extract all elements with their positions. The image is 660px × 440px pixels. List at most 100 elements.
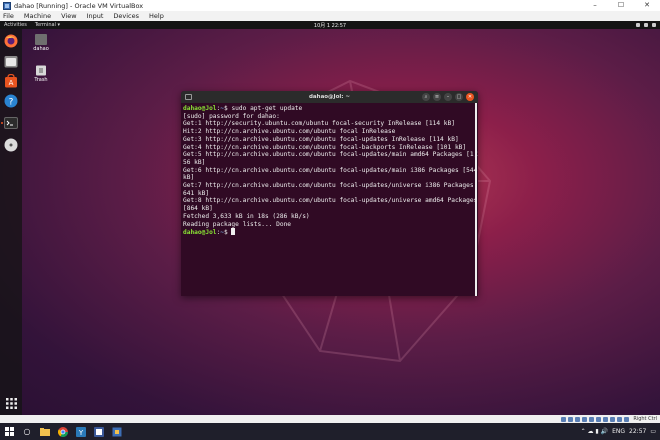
output-line: Fetched 3,633 kB in 18s (286 kB/s) xyxy=(183,212,310,220)
dock-firefox[interactable] xyxy=(3,33,19,49)
output-line: Get:6 http://cn.archive.ubuntu.com/ubunt… xyxy=(183,166,478,174)
tray-icons[interactable]: ⌃ ☁ ▮ 🔊 xyxy=(581,428,609,435)
dock-files[interactable] xyxy=(3,53,19,69)
dock-dvd[interactable] xyxy=(3,137,19,153)
display-status-icon[interactable] xyxy=(603,416,609,422)
software-store-icon: A xyxy=(5,74,17,88)
output-line: [864 kB] xyxy=(183,205,213,213)
network-icon xyxy=(636,23,640,27)
output-line: Get:4 http://cn.archive.ubuntu.com/ubunt… xyxy=(183,143,467,151)
close-button[interactable]: ✕ xyxy=(634,0,660,11)
start-button[interactable] xyxy=(0,423,18,440)
close-icon[interactable]: ✕ xyxy=(466,93,474,101)
terminal-scrollbar[interactable] xyxy=(475,103,477,296)
maximize-button[interactable]: ☐ xyxy=(608,0,634,11)
dock-help[interactable]: ? xyxy=(3,93,19,109)
text-cursor xyxy=(231,228,236,236)
desktop-icon-trash[interactable]: Trash xyxy=(27,65,55,83)
taskbar-virtualbox[interactable] xyxy=(108,423,126,440)
desktop-icon-label: dahao xyxy=(33,46,49,52)
output-line: Reading package lists... Done xyxy=(183,220,292,228)
output-line: kB] xyxy=(183,174,195,182)
system-tray: ⌃ ☁ ▮ 🔊 ENG 22:57 ▭ xyxy=(581,423,656,440)
output-line: Get:7 http://cn.archive.ubuntu.com/ubunt… xyxy=(183,182,478,190)
optical-disc-icon xyxy=(4,138,18,152)
menu-machine[interactable]: Machine xyxy=(24,12,51,20)
output-line: [sudo] password for dahao: xyxy=(183,112,280,120)
command-text: sudo apt-get update xyxy=(227,105,303,112)
dock-terminal[interactable] xyxy=(3,115,19,131)
menu-icon[interactable]: ≡ xyxy=(433,93,441,101)
chrome-icon xyxy=(58,426,68,437)
mouse-integration-icon[interactable] xyxy=(617,416,623,422)
files-icon xyxy=(4,55,18,67)
search-icon: ○ xyxy=(23,427,31,436)
window-title: dahao [Running] - Oracle VM VirtualBox xyxy=(14,1,144,10)
svg-text:Y: Y xyxy=(78,429,84,437)
terminal-icon xyxy=(4,117,18,129)
terminal-headerbar[interactable]: dahao@Jol: ~ ⌕ ≡ – □ ✕ xyxy=(181,91,478,103)
terminal-output[interactable]: dahao@Jol:~$ sudo apt-get update [sudo] p… xyxy=(181,103,478,296)
app-icon: Y xyxy=(76,426,86,437)
help-icon: ? xyxy=(4,94,18,108)
recording-status-icon[interactable] xyxy=(610,416,616,422)
virtualbox-icon xyxy=(3,1,11,10)
taskbar-chrome[interactable] xyxy=(54,423,72,440)
taskbar-clock[interactable]: 22:57 xyxy=(629,428,646,435)
taskbar-search[interactable]: ○ xyxy=(18,423,36,440)
output-line: 641 kB] xyxy=(183,189,210,197)
search-icon[interactable]: ⌕ xyxy=(422,93,430,101)
minimize-button[interactable]: – xyxy=(582,0,608,11)
current-prompt-line: dahao@Jol:~$ xyxy=(183,228,476,237)
vbox-statusbar: Right Ctrl xyxy=(0,415,660,423)
output-line: Get:5 http://cn.archive.ubuntu.com/ubunt… xyxy=(183,151,478,159)
output-line: Get:1 http://security.ubuntu.com/ubuntu … xyxy=(183,120,455,128)
taskbar-file-explorer[interactable] xyxy=(36,423,54,440)
language-indicator[interactable]: ENG xyxy=(612,428,625,435)
notification-icon[interactable]: ▭ xyxy=(650,428,656,435)
home-folder-icon xyxy=(35,34,47,45)
dock-software[interactable]: A xyxy=(3,73,19,89)
clock[interactable]: 10月 1 22:57 xyxy=(0,22,660,29)
optical-status-icon[interactable] xyxy=(568,416,574,422)
output-line: Hit:2 http://cn.archive.ubuntu.com/ubunt… xyxy=(183,128,396,136)
output-line: Get:3 http://cn.archive.ubuntu.com/ubunt… xyxy=(183,135,459,143)
power-icon xyxy=(652,23,656,27)
desktop-icon-label: Trash xyxy=(34,77,48,83)
app-grid-icon xyxy=(5,397,17,409)
desktop-icon-home[interactable]: dahao xyxy=(27,34,55,52)
taskbar-app[interactable] xyxy=(90,423,108,440)
menu-file[interactable]: File xyxy=(3,12,14,20)
output-line: Get:8 http://cn.archive.ubuntu.com/ubunt… xyxy=(183,197,478,205)
maximize-icon[interactable]: □ xyxy=(455,93,463,101)
network-status-icon[interactable] xyxy=(582,416,588,422)
shared-folder-status-icon[interactable] xyxy=(596,416,602,422)
command-line: dahao@Jol:~$ sudo apt-get update xyxy=(183,105,476,113)
vbox-menubar: File Machine View Input Devices Help xyxy=(0,11,660,21)
windows-logo-icon xyxy=(4,427,14,436)
taskbar-app[interactable]: Y xyxy=(72,423,90,440)
guest-screen[interactable]: Activities Terminal ▾ 10月 1 22:57 A ? da… xyxy=(0,21,660,415)
volume-icon xyxy=(644,23,648,27)
prompt-user: dahao@Jol xyxy=(183,105,217,112)
usb-status-icon[interactable] xyxy=(589,416,595,422)
menu-help[interactable]: Help xyxy=(149,12,164,20)
minimize-icon[interactable]: – xyxy=(444,93,452,101)
prompt-symbol: $ xyxy=(224,229,228,237)
audio-status-icon[interactable] xyxy=(575,416,581,422)
hdd-status-icon[interactable] xyxy=(561,416,567,422)
output-line: 56 kB] xyxy=(183,158,206,166)
menu-view[interactable]: View xyxy=(61,12,76,20)
show-applications-button[interactable] xyxy=(3,395,19,411)
firefox-icon xyxy=(4,34,18,48)
terminal-window[interactable]: dahao@Jol: ~ ⌕ ≡ – □ ✕ dahao@Jol:~$ sudo… xyxy=(181,91,478,296)
menu-input[interactable]: Input xyxy=(87,12,104,20)
keyboard-capture-icon[interactable] xyxy=(624,416,630,422)
folder-icon xyxy=(40,427,50,436)
vbox-titlebar: dahao [Running] - Oracle VM VirtualBox –… xyxy=(0,0,660,11)
trash-icon xyxy=(36,65,46,76)
svg-text:?: ? xyxy=(9,98,14,108)
system-menu[interactable] xyxy=(636,21,656,29)
gnome-topbar: Activities Terminal ▾ 10月 1 22:57 xyxy=(0,21,660,29)
menu-devices[interactable]: Devices xyxy=(113,12,139,20)
